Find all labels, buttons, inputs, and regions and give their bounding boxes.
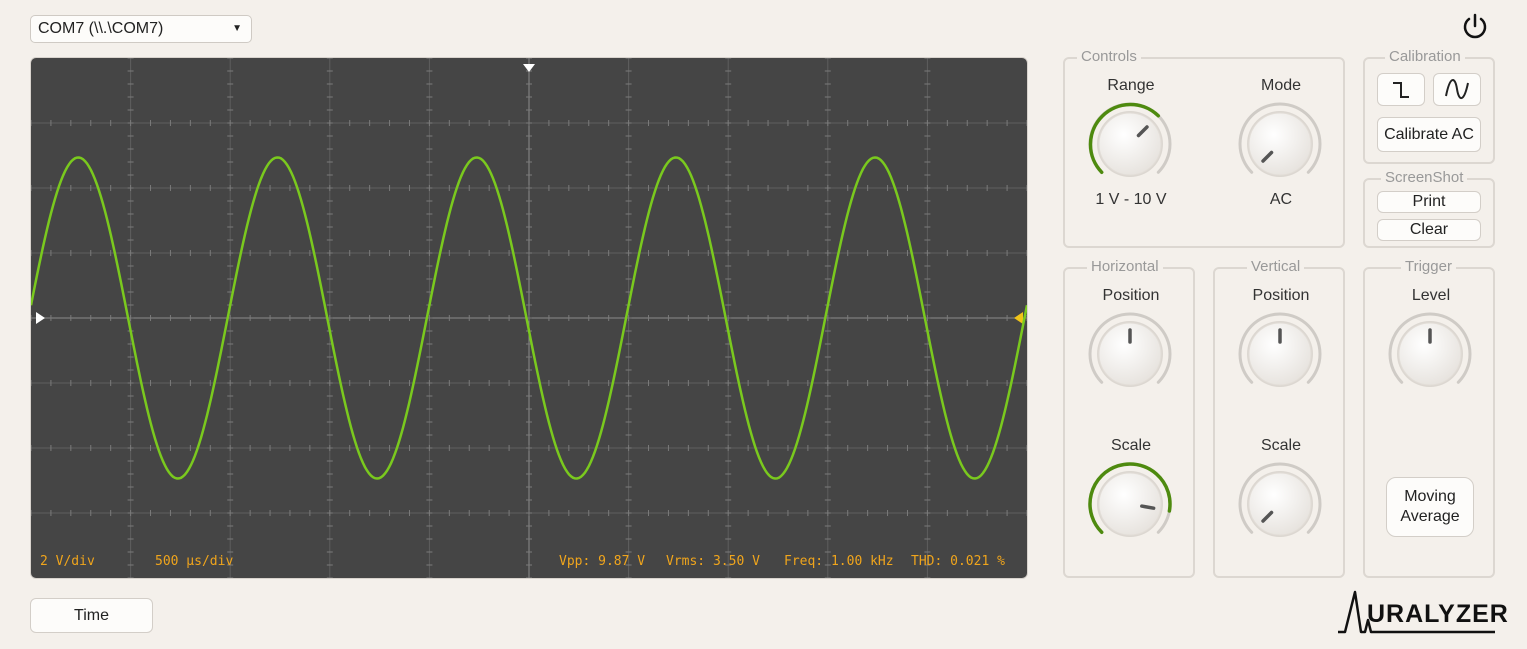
power-icon[interactable] [1460,12,1490,42]
time-per-div-readout: 500 µs/div [155,554,234,569]
screenshot-title: ScreenShot [1381,169,1468,186]
range-label: Range [1107,77,1155,94]
trigger-title: Trigger [1401,258,1456,275]
trigger-level-knob[interactable] [1385,309,1475,399]
trigger-level-label: Level [1411,287,1451,304]
screenshot-group: ScreenShot Print Clear [1363,169,1495,248]
vertical-scale-knob[interactable] [1235,459,1325,549]
auralyzer-logo: URALYZER [1337,588,1508,636]
time-button[interactable]: Time [30,598,153,633]
horizontal-position-label: Position [1102,287,1160,304]
oscilloscope-display[interactable]: 2 V/div 500 µs/div Vpp: 9.87 V Vrms: 3.5… [30,57,1028,579]
controls-group: Controls Range 1 V - 10 V Mode AC [1063,48,1345,248]
freq-readout: Freq: 1.00 kHz [784,554,894,569]
square-wave-icon [1393,82,1409,98]
print-button[interactable]: Print [1377,191,1481,213]
range-value: 1 V - 10 V [1095,191,1167,208]
calibration-title: Calibration [1385,48,1465,65]
port-select[interactable]: COM7 (\\.\COM7) ▼ [30,15,252,43]
sine-wave-button[interactable] [1433,73,1481,106]
vertical-position-knob[interactable] [1235,309,1325,399]
mode-knob[interactable] [1235,99,1325,189]
chevron-down-icon: ▼ [232,23,242,34]
horizontal-group: Horizontal Position Scale [1063,258,1195,578]
mode-value: AC [1269,191,1293,208]
vpp-readout: Vpp: 9.87 V [559,554,646,569]
scope-grid [31,58,1027,578]
controls-title: Controls [1077,48,1141,65]
horizontal-position-knob[interactable] [1085,309,1175,399]
volts-per-div-readout: 2 V/div [40,554,95,569]
mode-label: Mode [1260,77,1302,94]
thd-readout: THD: 0.021 % [911,554,1005,569]
clear-button[interactable]: Clear [1377,219,1481,241]
horizontal-title: Horizontal [1087,258,1163,275]
sine-wave-icon [1445,79,1469,99]
horizontal-scale-knob[interactable] [1085,459,1175,549]
moving-average-button[interactable]: Moving Average [1386,477,1474,537]
calibration-group: Calibration Calibrate AC [1363,48,1495,164]
vertical-title: Vertical [1247,258,1305,275]
vertical-scale-label: Scale [1260,437,1302,454]
logo-text: URALYZER [1367,600,1509,628]
vertical-group: Vertical Position Scale [1213,258,1345,578]
vertical-position-label: Position [1252,287,1310,304]
port-select-value: COM7 (\\.\COM7) [38,20,164,37]
moving-average-line1: Moving [1404,488,1456,505]
moving-average-line2: Average [1400,508,1460,525]
range-knob[interactable] [1085,99,1175,189]
horizontal-scale-label: Scale [1110,437,1152,454]
square-wave-button[interactable] [1377,73,1425,106]
trigger-group: Trigger Level Moving Average [1363,258,1495,578]
calibrate-ac-button[interactable]: Calibrate AC [1377,117,1481,152]
vrms-readout: Vrms: 3.50 V [666,554,760,569]
